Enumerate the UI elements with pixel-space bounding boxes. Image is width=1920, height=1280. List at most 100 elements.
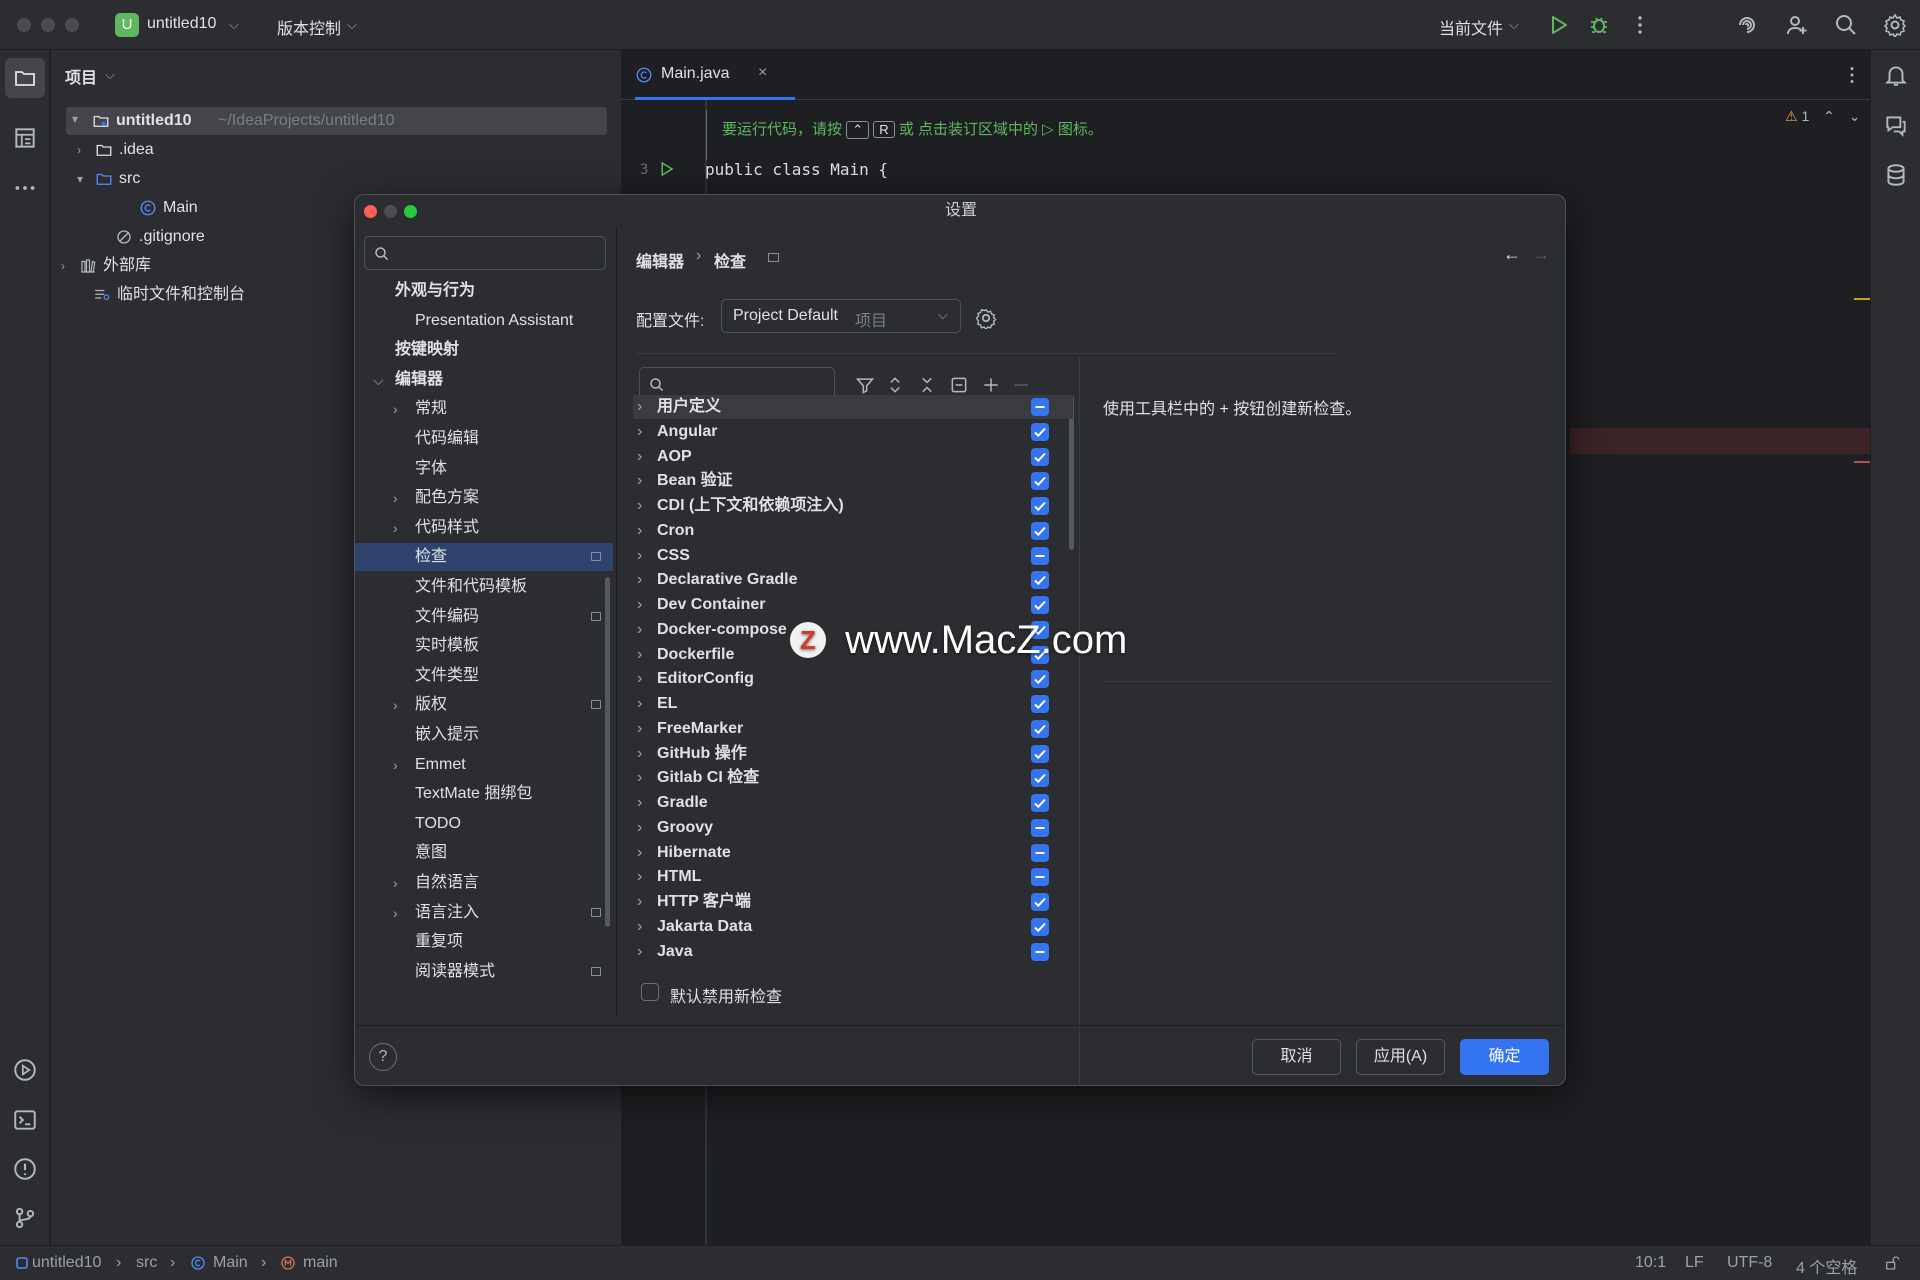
chevron-right-icon[interactable]: › [393,751,398,779]
inspection-group-row[interactable]: › Groovy [633,816,1073,840]
nav-item[interactable]: 实时模板 [355,632,613,660]
profile-dropdown[interactable]: Project Default 项目 ⌵ [721,299,961,333]
chevron-right-icon[interactable]: › [637,395,642,419]
nav-item[interactable]: TODO [355,810,613,838]
inspection-group-row[interactable]: › Java [633,940,1073,964]
nav-item[interactable]: 文件编码 [355,603,613,631]
nav-item[interactable]: 代码编辑 [355,425,613,453]
inspection-group-row[interactable]: › Declarative Gradle [633,568,1073,592]
nav-item[interactable]: 按键映射 [355,336,613,364]
inspection-group-row[interactable]: › HTML [633,865,1073,889]
partial-checkbox[interactable] [1031,546,1049,565]
search-icon[interactable] [1834,13,1858,37]
inspection-group-row[interactable]: › 用户定义 [633,395,1073,419]
chevron-right-icon[interactable]: › [637,667,642,691]
inspection-group-row[interactable]: › EL [633,692,1073,716]
breadcrumb-editor[interactable]: 编辑器 [636,248,684,272]
expand-all-icon[interactable] [885,375,905,395]
inspection-group-row[interactable]: › CSS [633,544,1073,568]
chevron-right-icon[interactable]: › [637,717,642,741]
inspection-group-row[interactable]: › Jakarta Data [633,915,1073,939]
inspection-group-row[interactable]: › GitHub 操作 [633,742,1073,766]
chevron-right-icon[interactable]: › [637,643,642,667]
nav-item[interactable]: 阅读器模式 [355,958,613,986]
nav-item[interactable]: › 自然语言 [355,869,613,897]
project-tool-button[interactable] [5,58,45,98]
chevron-down-icon[interactable]: ⌵ [373,366,384,394]
inspection-group-row[interactable]: › AOP [633,445,1073,469]
nav-item[interactable]: › 配色方案 [355,484,613,512]
chevron-right-icon[interactable]: › [637,742,642,766]
nav-item[interactable]: 文件和代码模板 [355,573,613,601]
inspection-group-row[interactable]: › HTTP 客户端 [633,890,1073,914]
nav-item[interactable]: 检查 [355,543,613,572]
profile-gear-icon[interactable] [975,307,997,329]
collapse-all-icon[interactable] [917,375,937,395]
partial-checkbox[interactable] [1031,398,1049,416]
debug-icon[interactable] [1587,13,1611,37]
chevron-right-icon[interactable]: › [637,841,642,865]
chevron-right-icon[interactable]: › [637,618,642,642]
chevron-right-icon[interactable]: › [637,593,642,617]
checked-checkbox[interactable] [1031,472,1049,491]
back-arrow-icon[interactable]: ← [1503,244,1521,265]
chevron-right-icon[interactable]: › [637,420,642,444]
partial-checkbox[interactable] [1031,942,1049,961]
chevron-right-icon[interactable]: › [637,940,642,964]
nav-item[interactable]: › 代码样式 [355,514,613,542]
nav-item[interactable]: 字体 [355,455,613,483]
checked-checkbox[interactable] [1031,893,1049,911]
add-icon[interactable] [981,375,1001,395]
checked-checkbox[interactable] [1031,744,1049,763]
forward-arrow-icon[interactable]: → [1532,244,1550,265]
git-branch-icon[interactable] [12,1205,38,1231]
crumb-class[interactable]: Main [213,1254,248,1272]
run-config-selector[interactable]: 当前文件 [1439,15,1503,39]
tab-main-java[interactable]: Main.java × [635,50,795,100]
chevron-right-icon[interactable]: › [637,890,642,914]
checked-checkbox[interactable] [1031,521,1049,540]
settings-search-input[interactable] [364,236,606,270]
chevron-right-icon[interactable]: › [637,469,642,493]
crumb-project[interactable]: untitled10 [32,1254,101,1272]
crumb-method[interactable]: main [303,1254,338,1272]
close-window-button[interactable] [17,18,31,32]
checked-checkbox[interactable] [1031,497,1049,515]
chevron-right-icon[interactable]: › [393,395,398,423]
run-icon[interactable] [1546,13,1570,37]
chevron-right-icon[interactable]: › [637,519,642,543]
inspection-group-row[interactable]: › EditorConfig [633,667,1073,691]
checked-checkbox[interactable] [1031,719,1049,738]
inspection-group-row[interactable]: › Gradle [633,791,1073,815]
more-vertical-icon[interactable] [1628,13,1652,37]
chevron-down-icon[interactable]: ⌄ [1849,108,1861,124]
close-tab-icon[interactable]: × [758,64,767,82]
ai-assistant-icon[interactable] [1735,13,1759,37]
zoom-window-button[interactable] [65,18,79,32]
more-horizontal-icon[interactable] [12,175,38,201]
chevron-right-icon[interactable]: › [637,915,642,939]
project-panel-title[interactable]: 项目 [65,64,97,88]
chevron-right-icon[interactable]: › [393,869,398,897]
chevron-right-icon[interactable]: › [637,544,642,568]
nav-item[interactable]: 嵌入提示 [355,721,613,749]
disable-new-checkbox[interactable] [641,983,659,1001]
terminal-icon[interactable] [12,1107,38,1133]
inspection-group-row[interactable]: › Gitlab CI 检查 [633,766,1073,790]
services-icon[interactable] [12,1057,38,1083]
checked-checkbox[interactable] [1031,670,1049,689]
chevron-right-icon[interactable]: › [637,816,642,840]
cancel-button[interactable]: 取消 [1252,1039,1341,1075]
nav-item[interactable]: TextMate 捆绑包 [355,780,613,808]
problems-icon[interactable] [12,1156,38,1182]
chevron-right-icon[interactable]: › [393,514,398,542]
notifications-bell-icon[interactable] [1883,62,1909,88]
checked-checkbox[interactable] [1031,769,1049,788]
add-user-icon[interactable] [1785,13,1809,37]
ok-button[interactable]: 确定 [1460,1039,1549,1075]
chevron-right-icon[interactable]: › [637,568,642,592]
ai-chat-icon[interactable] [1883,112,1909,138]
checked-checkbox[interactable] [1031,794,1049,812]
chevron-right-icon[interactable]: › [393,899,398,927]
vcs-menu[interactable]: 版本控制 [277,15,341,39]
